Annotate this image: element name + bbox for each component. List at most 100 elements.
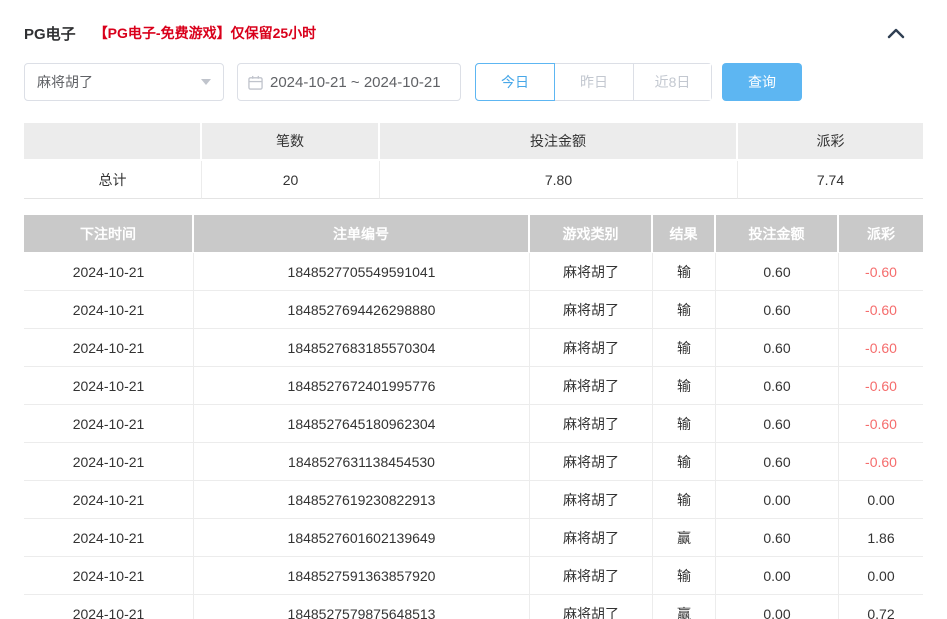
order-id-cell: 1848527631138454530: [194, 443, 530, 481]
bet-amount-cell: 0.00: [716, 557, 839, 595]
game-type-cell: 麻将胡了: [530, 253, 653, 291]
result-cell: 输: [653, 329, 716, 367]
payout-cell: -0.60: [839, 443, 923, 481]
summary-header-cell: 笔数: [202, 123, 380, 161]
records-header-cell: 游戏类别: [530, 215, 653, 253]
result-cell: 输: [653, 481, 716, 519]
chevron-up-icon[interactable]: [887, 27, 905, 39]
game-type-cell: 麻将胡了: [530, 443, 653, 481]
date-range-value: 2024-10-21 ~ 2024-10-21: [270, 73, 441, 91]
payout-cell: -0.60: [839, 367, 923, 405]
table-row: 2024-10-21 1848527631138454530 麻将胡了输 0.60 -0…: [24, 443, 923, 481]
payout-cell: 0.00: [839, 481, 923, 519]
result-cell: 输: [653, 291, 716, 329]
bet-time-cell: 2024-10-21: [24, 595, 194, 619]
summary-label-cell: 总计: [24, 161, 202, 199]
bet-time-cell: 2024-10-21: [24, 557, 194, 595]
table-row: 2024-10-21 1848527591363857920 麻将胡了输 0.00 0.…: [24, 557, 923, 595]
summary-table: 笔数 投注金额 派彩 总计 20 7.80 7.74: [24, 123, 923, 199]
payout-cell: 0.72: [839, 595, 923, 619]
result-cell: 输: [653, 367, 716, 405]
bet-amount-cell: 0.00: [716, 481, 839, 519]
records-body: 2024-10-21 1848527705549591041 麻将胡了输 0.60 -0…: [24, 253, 923, 619]
game-type-cell: 麻将胡了: [530, 519, 653, 557]
table-row: 2024-10-21 1848527694426298880 麻将胡了输 0.60 -0…: [24, 291, 923, 329]
payout-cell: 0.00: [839, 557, 923, 595]
game-type-cell: 麻将胡了: [530, 367, 653, 405]
game-type-cell: 麻将胡了: [530, 481, 653, 519]
order-id-cell: 1848527705549591041: [194, 253, 530, 291]
table-row: 2024-10-21 1848527619230822913 麻将胡了输 0.00 0.…: [24, 481, 923, 519]
caret-down-icon: [201, 79, 211, 85]
bet-time-cell: 2024-10-21: [24, 519, 194, 557]
order-id-cell: 1848527591363857920: [194, 557, 530, 595]
notice-text: 【PG电子-免费游戏】仅保留25小时: [93, 25, 317, 41]
bet-amount-cell: 0.60: [716, 291, 839, 329]
quick-filter-today[interactable]: 今日: [475, 63, 555, 101]
summary-header-cell: 投注金额: [380, 123, 738, 161]
order-id-cell: 1848527694426298880: [194, 291, 530, 329]
payout-cell: 1.86: [839, 519, 923, 557]
bet-time-cell: 2024-10-21: [24, 291, 194, 329]
quick-filter-last8days[interactable]: 近8日: [633, 64, 711, 100]
pg-records-panel: PG电子 【PG电子-免费游戏】仅保留25小时 麻将胡了 2024-10-21 …: [0, 0, 947, 619]
order-id-cell: 1848527672401995776: [194, 367, 530, 405]
summary-header-cell: [24, 123, 202, 161]
payout-cell: -0.60: [839, 405, 923, 443]
summary-header-cell: 派彩: [738, 123, 923, 161]
result-cell: 输: [653, 443, 716, 481]
order-id-cell: 1848527601602139649: [194, 519, 530, 557]
bet-amount-cell: 0.00: [716, 595, 839, 619]
table-row: 2024-10-21 1848527705549591041 麻将胡了输 0.60 -0…: [24, 253, 923, 291]
bet-records-table: 下注时间 注单编号 游戏类别 结果 投注金额 派彩 2024-10-21 184852770…: [24, 215, 923, 619]
bet-amount-cell: 0.60: [716, 443, 839, 481]
order-id-cell: 1848527579875648513: [194, 595, 530, 619]
bet-time-cell: 2024-10-21: [24, 367, 194, 405]
order-id-cell: 1848527683185570304: [194, 329, 530, 367]
game-type-cell: 麻将胡了: [530, 329, 653, 367]
table-row: 2024-10-21 1848527601602139649 麻将胡了赢 0.60 1.…: [24, 519, 923, 557]
bet-amount-cell: 0.60: [716, 405, 839, 443]
result-cell: 输: [653, 557, 716, 595]
records-header-cell: 派彩: [839, 215, 923, 253]
game-select-value: 麻将胡了: [37, 74, 93, 90]
game-type-cell: 麻将胡了: [530, 595, 653, 619]
search-button[interactable]: 查询: [722, 63, 802, 101]
filter-row: 麻将胡了 2024-10-21 ~ 2024-10-21 今日 昨日 近8日 查…: [24, 63, 923, 101]
quick-filter-group: 今日 昨日 近8日: [475, 63, 712, 101]
quick-filter-yesterday[interactable]: 昨日: [555, 64, 633, 100]
bet-amount-cell: 0.60: [716, 519, 839, 557]
order-id-cell: 1848527645180962304: [194, 405, 530, 443]
bet-amount-cell: 0.60: [716, 367, 839, 405]
summary-total-row: 总计 20 7.80 7.74: [24, 161, 923, 199]
summary-count-cell: 20: [202, 161, 380, 199]
payout-cell: -0.60: [839, 329, 923, 367]
table-row: 2024-10-21 1848527683185570304 麻将胡了输 0.60 -0…: [24, 329, 923, 367]
result-cell: 赢: [653, 595, 716, 619]
table-row: 2024-10-21 1848527645180962304 麻将胡了输 0.60 -0…: [24, 405, 923, 443]
table-row: 2024-10-21 1848527579875648513 麻将胡了赢 0.00 0.…: [24, 595, 923, 619]
date-range-input[interactable]: 2024-10-21 ~ 2024-10-21: [237, 63, 461, 101]
result-cell: 输: [653, 253, 716, 291]
bet-time-cell: 2024-10-21: [24, 481, 194, 519]
calendar-icon: [248, 75, 263, 90]
bet-time-cell: 2024-10-21: [24, 405, 194, 443]
payout-cell: -0.60: [839, 253, 923, 291]
records-header-cell: 注单编号: [194, 215, 530, 253]
bet-amount-cell: 0.60: [716, 253, 839, 291]
panel-header: PG电子 【PG电子-免费游戏】仅保留25小时: [24, 20, 923, 46]
records-header-cell: 下注时间: [24, 215, 194, 253]
summary-header-row: 笔数 投注金额 派彩: [24, 123, 923, 161]
game-select[interactable]: 麻将胡了: [24, 63, 224, 101]
summary-bet-amount-cell: 7.80: [380, 161, 738, 199]
order-id-cell: 1848527619230822913: [194, 481, 530, 519]
records-header-row: 下注时间 注单编号 游戏类别 结果 投注金额 派彩: [24, 215, 923, 253]
game-type-cell: 麻将胡了: [530, 291, 653, 329]
result-cell: 赢: [653, 519, 716, 557]
game-type-cell: 麻将胡了: [530, 557, 653, 595]
records-header-cell: 投注金额: [716, 215, 839, 253]
result-cell: 输: [653, 405, 716, 443]
panel-title: PG电子: [24, 25, 76, 43]
records-header-cell: 结果: [653, 215, 716, 253]
bet-time-cell: 2024-10-21: [24, 443, 194, 481]
